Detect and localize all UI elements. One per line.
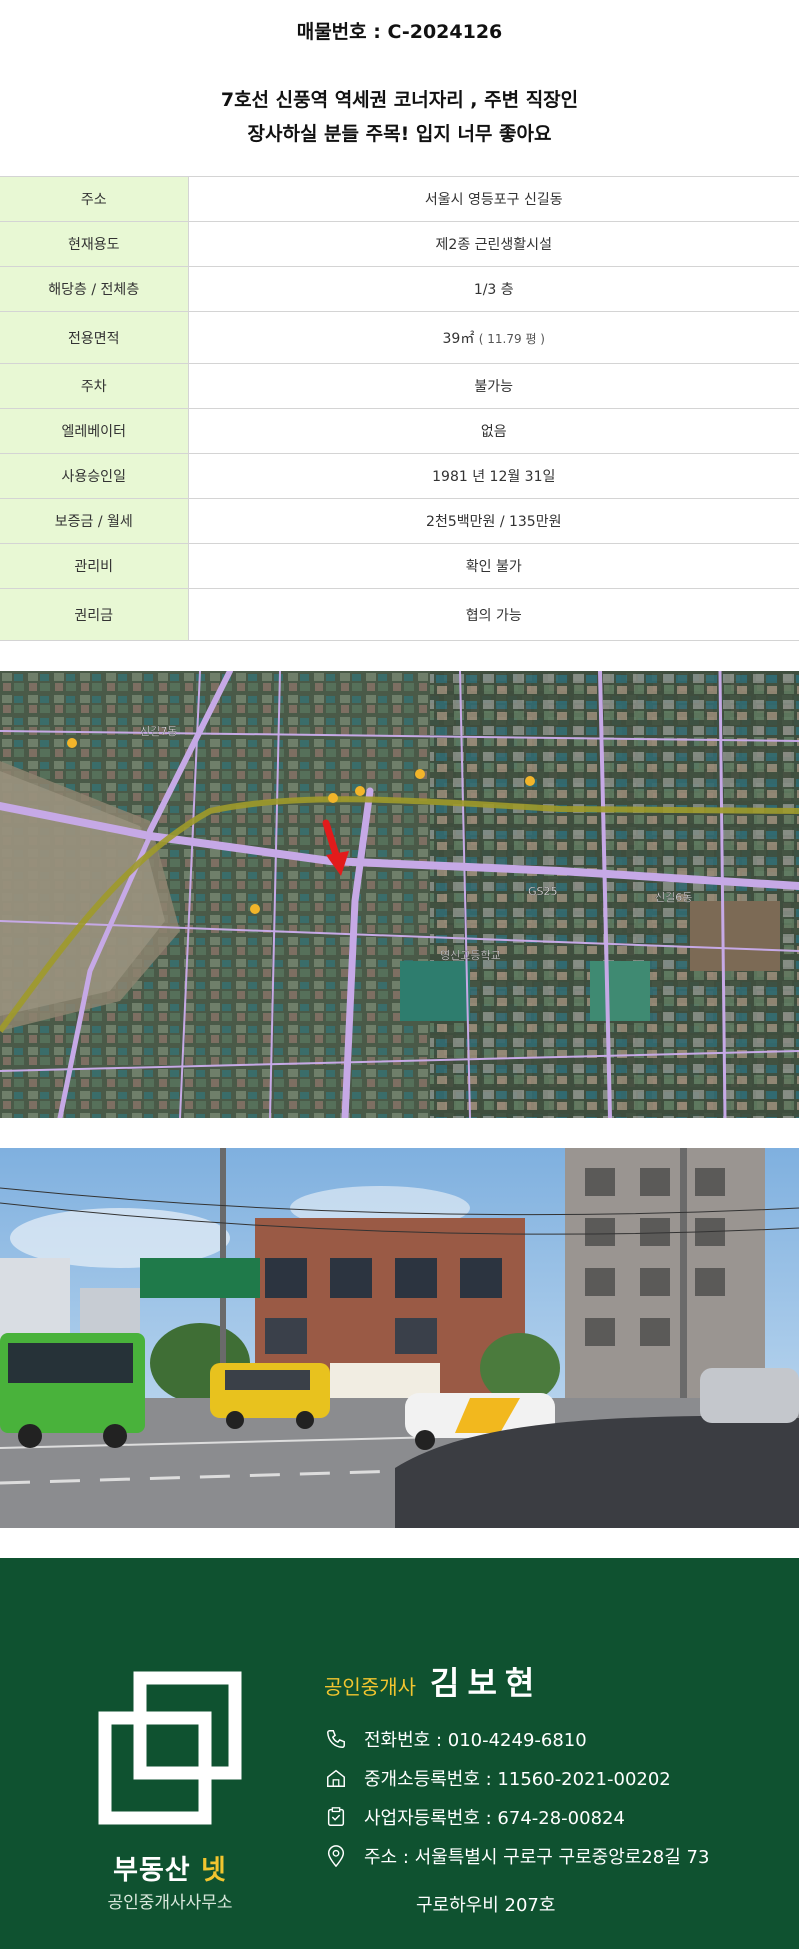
- table-row: 보증금 / 월세 2천5백만원 / 135만원: [0, 498, 799, 544]
- map-graphic: 신길7동 신길6동 GS25 영신고등학교: [0, 671, 799, 1118]
- table-row: 해당층 / 전체층 1/3 층: [0, 266, 799, 312]
- parking-label: 주차: [0, 363, 189, 409]
- overlapping-squares-logo-icon: [95, 1668, 255, 1838]
- maintenance-label: 관리비: [0, 543, 189, 589]
- brand-name: 부동산 넷: [70, 1848, 270, 1887]
- business-reg-row: 사업자등록번호 : 674-28-00824: [324, 1804, 625, 1830]
- phone-icon: [324, 1727, 348, 1751]
- deposit-label: 보증금 / 월세: [0, 498, 189, 544]
- map-label-school: 영신고등학교: [440, 949, 501, 962]
- brand-accent: 넷: [201, 1855, 227, 1886]
- maintenance-value: 확인 불가: [188, 543, 799, 589]
- table-row: 권리금 협의 가능: [0, 588, 799, 641]
- headline-line-2: 장사하실 분들 주목! 입지 너무 좋아요: [247, 123, 552, 145]
- brand-subtitle: 공인중개사사무소: [107, 1893, 233, 1913]
- headline-line-1: 7호선 신풍역 역세권 코너자리 , 주변 직장인: [220, 89, 579, 111]
- address-row: 주소 : 서울특별시 구로구 구로중앙로28길 73: [324, 1843, 709, 1869]
- area-label: 전용면적: [0, 311, 189, 364]
- elevator-value: 없음: [188, 408, 799, 454]
- address-line-2: 구로하우비 207호: [416, 1895, 556, 1916]
- floor-label: 해당층 / 전체층: [0, 266, 189, 312]
- phone-row: 전화번호 : 010-4249-6810: [324, 1726, 587, 1752]
- address-label: 주소: [0, 176, 189, 222]
- building-icon: [324, 1766, 348, 1790]
- table-row: 현재용도 제2종 근린생활시설: [0, 221, 799, 267]
- listing-number: 매물번호 : C-2024126: [296, 20, 503, 43]
- map-label-sinil7: 신길7동: [140, 725, 177, 738]
- approval-label: 사용승인일: [0, 453, 189, 499]
- map-label-sinil6: 신길6동: [655, 891, 692, 904]
- table-row: 주차 불가능: [0, 363, 799, 409]
- agent-title: 공인중개사: [324, 1675, 416, 1699]
- clipboard-icon: [324, 1805, 348, 1829]
- property-info-table: 주소 서울시 영등포구 신길동 현재용도 제2종 근린생활시설 해당층 / 전체…: [0, 176, 799, 641]
- use-value: 제2종 근린생활시설: [188, 221, 799, 267]
- area-value-cell: 39㎡ ( 11.79 평 ): [188, 311, 799, 364]
- area-pyeong: ( 11.79 평 ): [478, 331, 545, 346]
- use-label: 현재용도: [0, 221, 189, 267]
- table-row: 관리비 확인 불가: [0, 543, 799, 589]
- premium-value: 협의 가능: [188, 588, 799, 641]
- listing-page: 매물번호 : C-2024126 7호선 신풍역 역세권 코너자리 , 주변 직…: [0, 0, 799, 1949]
- elevator-label: 엘레베이터: [0, 408, 189, 454]
- agency-footer: 부동산 넷 공인중개사사무소 공인중개사 김보현 전화번호 : 010-4249…: [0, 1558, 799, 1949]
- broker-reg-text: 중개소등록번호 : 11560-2021-00202: [364, 1769, 671, 1790]
- agent-line: 공인중개사 김보현: [324, 1658, 542, 1704]
- street-photo: [0, 1148, 799, 1528]
- deposit-value: 2천5백만원 / 135만원: [188, 498, 799, 544]
- phone-text[interactable]: 전화번호 : 010-4249-6810: [364, 1726, 587, 1752]
- map-label-gs25: GS25: [528, 885, 558, 898]
- address-value: 서울시 영등포구 신길동: [188, 176, 799, 222]
- parking-value: 불가능: [188, 363, 799, 409]
- table-row: 주소 서울시 영등포구 신길동: [0, 176, 799, 222]
- address-line-1: 주소 : 서울특별시 구로구 구로중앙로28길 73: [364, 1847, 710, 1868]
- area-unit: ㎡: [460, 330, 475, 347]
- street-photo-graphic: [0, 1148, 799, 1528]
- business-reg-text: 사업자등록번호 : 674-28-00824: [364, 1808, 625, 1829]
- table-row: 엘레베이터 없음: [0, 408, 799, 454]
- brand-main: 부동산: [113, 1855, 202, 1886]
- listing-headline: 7호선 신풍역 역세권 코너자리 , 주변 직장인 장사하실 분들 주목! 입지…: [0, 58, 799, 176]
- satellite-map[interactable]: 신길7동 신길6동 GS25 영신고등학교: [0, 671, 799, 1118]
- area-value: 39: [442, 330, 461, 347]
- table-row: 사용승인일 1981 년 12월 31일: [0, 453, 799, 499]
- location-pin-icon: [324, 1844, 348, 1868]
- premium-label: 권리금: [0, 588, 189, 641]
- agent-name: 김보현: [430, 1664, 543, 1702]
- approval-value: 1981 년 12월 31일: [188, 453, 799, 499]
- broker-reg-row: 중개소등록번호 : 11560-2021-00202: [324, 1765, 671, 1791]
- table-row: 전용면적 39㎡ ( 11.79 평 ): [0, 311, 799, 364]
- floor-value: 1/3 층: [188, 266, 799, 312]
